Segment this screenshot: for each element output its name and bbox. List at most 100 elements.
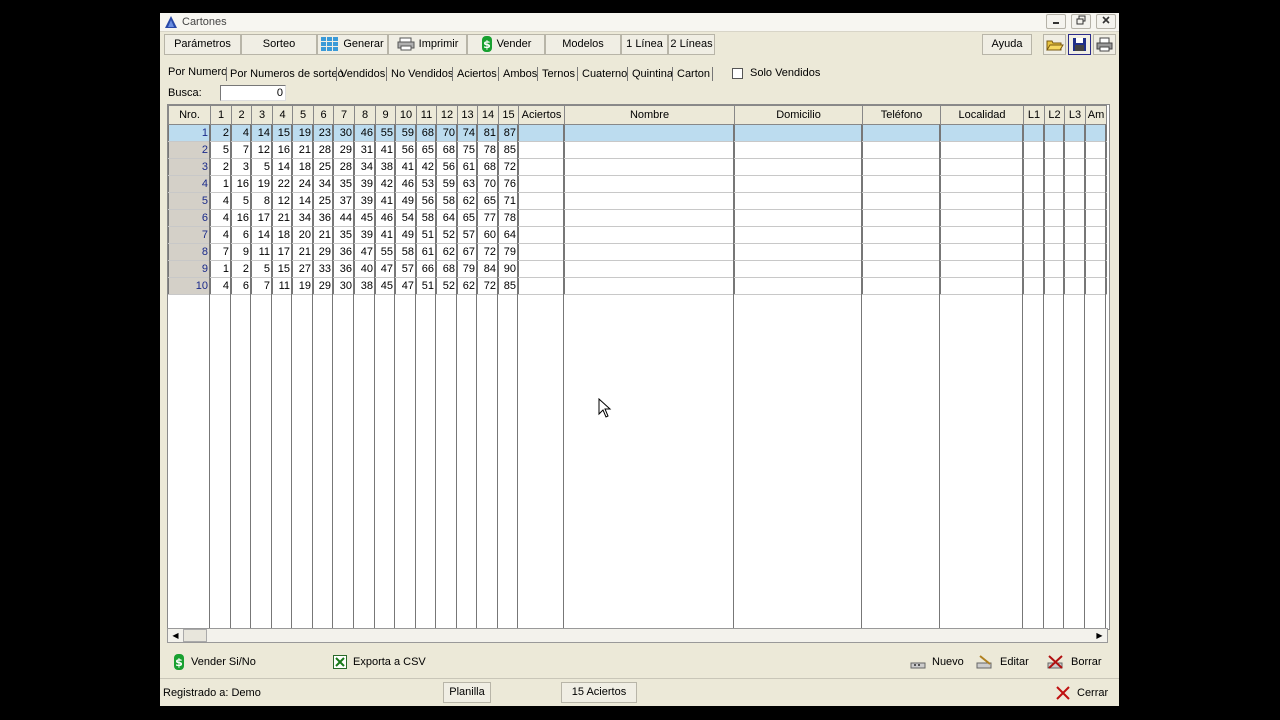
table-cell[interactable]: [1044, 141, 1065, 159]
table-cell[interactable]: 31: [354, 141, 376, 159]
table-cell[interactable]: 41: [375, 226, 396, 244]
imprimir-button[interactable]: Imprimir: [388, 34, 467, 55]
table-cell[interactable]: [1044, 175, 1065, 193]
vender-button[interactable]: $ Vender: [467, 34, 545, 55]
ayuda-button[interactable]: Ayuda: [982, 34, 1032, 55]
table-row[interactable]: 5 4 5 8 12 14 25 37 39 41 49 56 58 62 65 71: [168, 192, 1107, 210]
table-cell[interactable]: [940, 158, 1024, 176]
scroll-left-icon[interactable]: ◀: [168, 629, 183, 642]
table-cell[interactable]: [862, 124, 941, 142]
table-cell[interactable]: 14: [251, 226, 273, 244]
table-cell[interactable]: 68: [477, 158, 499, 176]
column-header[interactable]: 2: [231, 105, 252, 125]
table-cell[interactable]: [1064, 226, 1086, 244]
table-cell[interactable]: [518, 209, 565, 227]
table-cell[interactable]: 6: [231, 277, 252, 295]
table-cell[interactable]: 5: [210, 141, 232, 159]
table-cell[interactable]: 68: [416, 124, 437, 142]
table-cell[interactable]: 28: [333, 158, 355, 176]
table-cell[interactable]: 16: [231, 175, 252, 193]
table-cell[interactable]: 46: [395, 175, 417, 193]
table-cell[interactable]: 63: [457, 175, 478, 193]
tab-ambos[interactable]: Ambos: [503, 65, 537, 83]
table-cell[interactable]: 35: [333, 175, 355, 193]
table-cell[interactable]: [1023, 277, 1045, 295]
tab-por-numero[interactable]: Por Numero: [168, 63, 227, 81]
table-cell[interactable]: 71: [498, 192, 519, 210]
table-cell[interactable]: 46: [375, 209, 396, 227]
table-cell[interactable]: [862, 226, 941, 244]
table-cell[interactable]: 7: [251, 277, 273, 295]
table-cell[interactable]: [862, 277, 941, 295]
table-cell[interactable]: [862, 192, 941, 210]
table-cell[interactable]: 19: [251, 175, 273, 193]
column-header[interactable]: 3: [251, 105, 273, 125]
planilla-button[interactable]: Planilla: [443, 682, 491, 703]
table-cell[interactable]: 68: [436, 141, 458, 159]
table-cell[interactable]: [518, 175, 565, 193]
table-cell[interactable]: 64: [436, 209, 458, 227]
table-cell[interactable]: 25: [313, 192, 334, 210]
table-cell[interactable]: [1085, 277, 1107, 295]
column-header[interactable]: 13: [457, 105, 478, 125]
table-cell[interactable]: 38: [375, 158, 396, 176]
table-cell[interactable]: [1044, 192, 1065, 210]
table-cell[interactable]: 37: [333, 192, 355, 210]
table-row[interactable]: 9 1 2 5 15 27 33 36 40 47 57 66 68 79 84 90: [168, 260, 1107, 278]
table-cell[interactable]: [940, 243, 1024, 261]
column-header[interactable]: 15: [498, 105, 519, 125]
table-row[interactable]: 4 1 16 19 22 24 34 35 39 42 46 53 59 63 70 76: [168, 175, 1107, 193]
table-cell[interactable]: 79: [498, 243, 519, 261]
table-cell[interactable]: [1023, 192, 1045, 210]
table-cell[interactable]: 41: [375, 192, 396, 210]
table-cell[interactable]: [564, 192, 735, 210]
table-cell[interactable]: 84: [477, 260, 499, 278]
table-cell[interactable]: [940, 209, 1024, 227]
table-cell[interactable]: [564, 209, 735, 227]
column-header[interactable]: Domicilio: [734, 105, 863, 125]
table-cell[interactable]: 36: [333, 260, 355, 278]
table-cell[interactable]: [734, 158, 863, 176]
tab-carton[interactable]: Carton: [677, 65, 710, 83]
table-cell[interactable]: 29: [333, 141, 355, 159]
table-cell[interactable]: [734, 277, 863, 295]
modelos-button[interactable]: Modelos: [545, 34, 621, 55]
table-cell[interactable]: 21: [313, 226, 334, 244]
table-cell[interactable]: 62: [457, 192, 478, 210]
table-cell[interactable]: [1023, 226, 1045, 244]
table-cell[interactable]: 78: [477, 141, 499, 159]
column-header[interactable]: 7: [333, 105, 355, 125]
table-cell[interactable]: 20: [292, 226, 314, 244]
table-cell[interactable]: 39: [354, 192, 376, 210]
table-cell[interactable]: 2: [231, 260, 252, 278]
table-cell[interactable]: [564, 277, 735, 295]
column-header[interactable]: 12: [436, 105, 458, 125]
table-cell[interactable]: [940, 192, 1024, 210]
tab-quintina[interactable]: Quintina: [632, 65, 673, 83]
table-cell[interactable]: [862, 243, 941, 261]
row-number-cell[interactable]: 7: [168, 226, 211, 244]
table-cell[interactable]: 35: [333, 226, 355, 244]
table-cell[interactable]: 65: [416, 141, 437, 159]
table-cell[interactable]: 54: [395, 209, 417, 227]
table-cell[interactable]: 78: [498, 209, 519, 227]
table-cell[interactable]: 4: [210, 226, 232, 244]
print-button[interactable]: [1093, 34, 1116, 55]
table-cell[interactable]: [734, 192, 863, 210]
table-cell[interactable]: 18: [272, 226, 293, 244]
table-cell[interactable]: [1085, 209, 1107, 227]
table-cell[interactable]: 45: [354, 209, 376, 227]
table-cell[interactable]: 21: [272, 209, 293, 227]
table-cell[interactable]: 49: [395, 192, 417, 210]
table-cell[interactable]: 51: [416, 226, 437, 244]
table-cell[interactable]: [1064, 260, 1086, 278]
table-cell[interactable]: [940, 124, 1024, 142]
table-cell[interactable]: [1064, 175, 1086, 193]
table-cell[interactable]: 61: [416, 243, 437, 261]
column-header[interactable]: Localidad: [940, 105, 1024, 125]
table-cell[interactable]: 45: [375, 277, 396, 295]
borrar-button[interactable]: Borrar: [1047, 654, 1102, 670]
table-cell[interactable]: [1044, 209, 1065, 227]
table-cell[interactable]: 5: [251, 260, 273, 278]
table-cell[interactable]: [1023, 260, 1045, 278]
